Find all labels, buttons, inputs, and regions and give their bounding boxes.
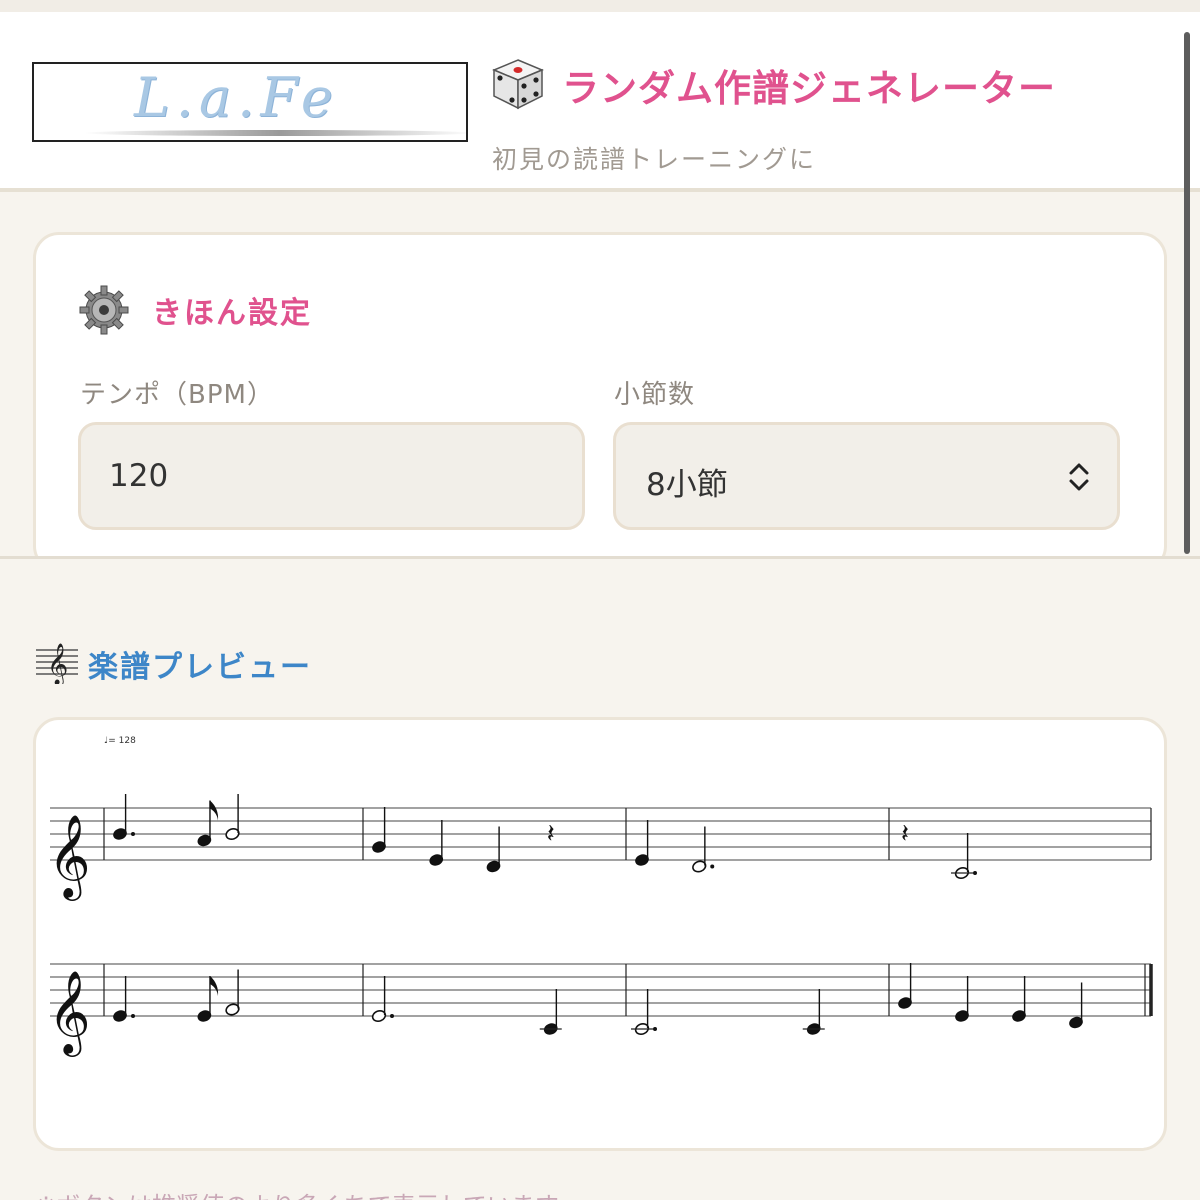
section-divider <box>0 556 1200 592</box>
augmentation-dot <box>973 871 977 875</box>
settings-section-title: きほん設定 <box>152 296 312 331</box>
svg-text:𝄞: 𝄞 <box>47 643 68 684</box>
augmentation-dot <box>131 1014 135 1018</box>
measures-select[interactable]: 8小節 <box>613 422 1120 530</box>
quarter-rest: 𝄽 <box>901 819 909 849</box>
app-title: ランダム作譜ジェネレーター <box>562 67 1056 110</box>
treble-clef: 𝄞 <box>48 813 91 901</box>
note-flag <box>209 976 219 996</box>
dice-icon <box>492 59 544 110</box>
augmentation-dot <box>710 864 715 869</box>
treble-clef: 𝄞 <box>48 969 91 1057</box>
note-flag <box>209 800 219 821</box>
preview-section-title: 楽譜プレビュー <box>88 650 312 685</box>
footer-note: ※ボタンは推奨値のより多くちて表示しています <box>36 1186 559 1200</box>
tempo-label: テンポ（BPM） <box>80 380 274 410</box>
scrollbar[interactable] <box>1184 32 1190 554</box>
score-sheet: ♩= 128 𝄞 𝄽 𝄽 𝄞 <box>48 736 1153 1057</box>
app-subtitle: 初見の読譜トレーニングに <box>492 145 817 174</box>
chevron-updown-icon <box>1069 463 1089 491</box>
logo[interactable]: L.a.Fe <box>32 62 468 142</box>
score-card: ♩= 128 𝄞 𝄽 𝄽 𝄞 <box>33 717 1167 1151</box>
augmentation-dot <box>390 1014 394 1018</box>
gear-icon <box>79 285 129 335</box>
augmentation-dot <box>131 832 135 836</box>
quarter-rest: 𝄽 <box>547 819 555 849</box>
top-strip <box>0 0 1200 12</box>
header: L.a.Fe ランダム作譜ジェネレーター 初見の読譜トレーニングに <box>0 12 1200 192</box>
tempo-input[interactable] <box>78 422 585 530</box>
logo-text: L.a.Fe <box>134 66 339 129</box>
augmentation-dot <box>653 1027 657 1031</box>
measures-label: 小節数 <box>614 380 696 410</box>
measures-select-value: 8小節 <box>646 467 728 503</box>
logo-swoosh <box>84 130 466 136</box>
tempo-marking: ♩= 128 <box>104 736 136 746</box>
music-staff-icon: 𝄞 <box>36 643 78 684</box>
